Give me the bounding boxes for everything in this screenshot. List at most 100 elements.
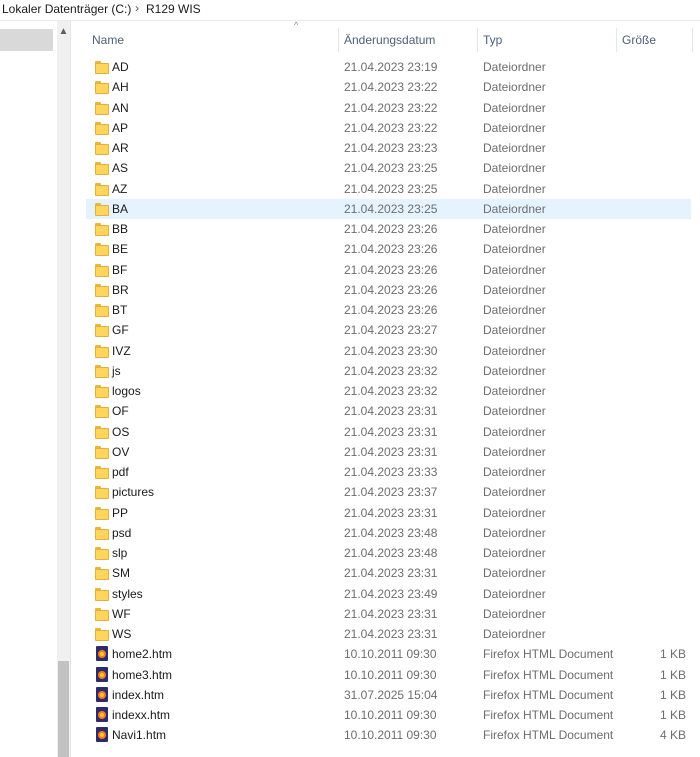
folder-row[interactable]: AP 21.04.2023 23:22 Dateiordner [86, 118, 700, 138]
scrollbar-thumb[interactable] [58, 661, 69, 757]
folder-row[interactable]: BF 21.04.2023 23:26 Dateiordner [86, 260, 700, 280]
file-name[interactable]: AN [112, 98, 129, 118]
file-type: Dateiordner [483, 404, 546, 419]
file-type: Dateiordner [483, 80, 546, 95]
file-name[interactable]: AP [112, 118, 128, 138]
folder-row[interactable]: BR 21.04.2023 23:26 Dateiordner [86, 280, 700, 300]
file-name[interactable]: OF [112, 401, 129, 421]
file-row[interactable]: indexx.htm 10.10.2011 09:30 Firefox HTML D… [86, 705, 700, 725]
folder-row[interactable]: SM 21.04.2023 23:31 Dateiordner [86, 563, 700, 583]
file-size [620, 523, 686, 543]
folder-row[interactable]: AN 21.04.2023 23:22 Dateiordner [86, 98, 700, 118]
file-name[interactable]: PP [112, 503, 128, 523]
file-name[interactable]: GF [112, 320, 129, 340]
folder-row[interactable]: BE 21.04.2023 23:26 Dateiordner [86, 239, 700, 259]
file-name[interactable]: WF [112, 604, 131, 624]
folder-row[interactable]: WS 21.04.2023 23:31 Dateiordner [86, 624, 700, 644]
breadcrumb-item-drive[interactable]: Lokaler Datenträger (C:) [2, 2, 131, 16]
navigation-pane-selected-item[interactable] [0, 29, 53, 51]
folder-row[interactable]: IVZ 21.04.2023 23:30 Dateiordner [86, 341, 700, 361]
file-name[interactable]: indexx.htm [112, 705, 170, 725]
file-name[interactable]: AS [112, 158, 128, 178]
column-header-name[interactable]: Name [86, 28, 338, 52]
folder-row[interactable]: GF 21.04.2023 23:27 Dateiordner [86, 320, 700, 340]
file-name[interactable]: BF [112, 260, 127, 280]
file-name[interactable]: js [112, 361, 121, 381]
folder-row[interactable]: AR 21.04.2023 23:23 Dateiordner [86, 138, 700, 158]
file-name[interactable]: slp [112, 543, 127, 563]
folder-row[interactable]: OF 21.04.2023 23:31 Dateiordner [86, 401, 700, 421]
file-size [620, 442, 686, 462]
file-name[interactable]: AD [112, 57, 129, 77]
file-date: 21.04.2023 23:25 [344, 201, 438, 216]
firefox-html-icon [94, 646, 110, 662]
file-name[interactable]: OS [112, 422, 129, 442]
navigation-pane[interactable] [0, 21, 57, 757]
file-name[interactable]: Navi1.htm [112, 725, 166, 745]
folder-row[interactable]: BA 21.04.2023 23:25 Dateiordner [86, 198, 691, 219]
file-type: Dateiordner [483, 627, 546, 641]
file-type: Firefox HTML Document [483, 728, 614, 743]
column-separator[interactable] [692, 28, 693, 52]
file-name[interactable]: home3.htm [112, 665, 172, 685]
file-row[interactable]: home2.htm 10.10.2011 09:30 Firefox HTML Do… [86, 644, 700, 664]
folder-icon [94, 202, 110, 216]
file-name[interactable]: OV [112, 442, 129, 462]
folder-row[interactable]: BT 21.04.2023 23:26 Dateiordner [86, 300, 700, 320]
folder-row[interactable]: AZ 21.04.2023 23:25 Dateiordner [86, 179, 700, 199]
folder-row[interactable]: AS 21.04.2023 23:25 Dateiordner [86, 158, 700, 178]
file-name[interactable]: AH [112, 77, 129, 97]
column-header-date[interactable]: Änderungsdatum [338, 28, 477, 52]
file-name[interactable]: BB [112, 219, 128, 239]
column-header-size[interactable]: Größe [616, 28, 692, 52]
file-size [620, 280, 686, 300]
folder-row[interactable]: AD 21.04.2023 23:19 Dateiordner [86, 57, 700, 77]
folder-row[interactable]: AH 21.04.2023 23:22 Dateiordner [86, 77, 700, 97]
file-size [620, 401, 686, 421]
file-row[interactable]: Navi1.htm 10.10.2011 09:30 Firefox HTML Do… [86, 725, 700, 745]
file-name[interactable]: psd [112, 523, 131, 543]
folder-row[interactable]: logos 21.04.2023 23:32 Dateiordner [86, 381, 700, 401]
folder-row[interactable]: OS 21.04.2023 23:31 Dateiordner [86, 422, 700, 442]
folder-row[interactable]: PP 21.04.2023 23:31 Dateiordner [86, 503, 700, 523]
firefox-html-icon [94, 707, 110, 722]
file-type: Dateiordner [483, 363, 546, 378]
file-date: 21.04.2023 23:26 [344, 222, 438, 236]
folder-row[interactable]: styles 21.04.2023 23:49 Dateiordner [86, 584, 700, 604]
file-name[interactable]: AR [112, 138, 129, 158]
folder-row[interactable]: BB 21.04.2023 23:26 Dateiordner [86, 219, 700, 239]
file-name[interactable]: BT [112, 300, 127, 320]
navigation-pane-scrollbar[interactable]: ▲ [57, 21, 70, 757]
file-name[interactable]: index.htm [112, 685, 164, 705]
pane-divider[interactable] [70, 21, 71, 757]
file-size: 1 KB [659, 667, 686, 682]
file-type: Dateiordner [483, 242, 546, 257]
file-name[interactable]: BR [112, 280, 129, 300]
breadcrumb-item-folder[interactable]: R129 WIS [146, 2, 201, 16]
chevron-up-icon[interactable]: ▲ [57, 25, 70, 39]
folder-row[interactable]: OV 21.04.2023 23:31 Dateiordner [86, 442, 700, 462]
folder-icon [94, 566, 110, 581]
folder-row[interactable]: WF 21.04.2023 23:31 Dateiordner [86, 604, 700, 624]
file-name[interactable]: pictures [112, 482, 154, 502]
file-name[interactable]: pdf [112, 462, 129, 482]
folder-row[interactable]: pdf 21.04.2023 23:33 Dateiordner [86, 462, 700, 482]
file-name[interactable]: SM [112, 563, 130, 583]
file-name[interactable]: WS [112, 624, 131, 644]
file-row[interactable]: index.htm 31.07.2025 15:04 Firefox HTML Do… [86, 685, 700, 705]
file-name[interactable]: IVZ [112, 341, 131, 361]
file-name[interactable]: styles [112, 584, 143, 604]
folder-row[interactable]: slp 21.04.2023 23:48 Dateiordner [86, 543, 700, 563]
file-name[interactable]: AZ [112, 179, 127, 199]
folder-row[interactable]: psd 21.04.2023 23:48 Dateiordner [86, 523, 700, 543]
file-name[interactable]: BA [112, 199, 128, 219]
file-row[interactable]: home3.htm 10.10.2011 09:30 Firefox HTML Do… [86, 665, 700, 685]
firefox-html-icon [94, 727, 110, 743]
file-name[interactable]: logos [112, 381, 141, 401]
folder-row[interactable]: pictures 21.04.2023 23:37 Dateiordner [86, 482, 700, 502]
file-name[interactable]: home2.htm [112, 644, 172, 664]
folder-row[interactable]: js 21.04.2023 23:32 Dateiordner [86, 361, 700, 381]
column-header-type[interactable]: Typ [477, 28, 616, 52]
file-name[interactable]: BE [112, 239, 128, 259]
file-size: 4 KB [659, 728, 686, 743]
